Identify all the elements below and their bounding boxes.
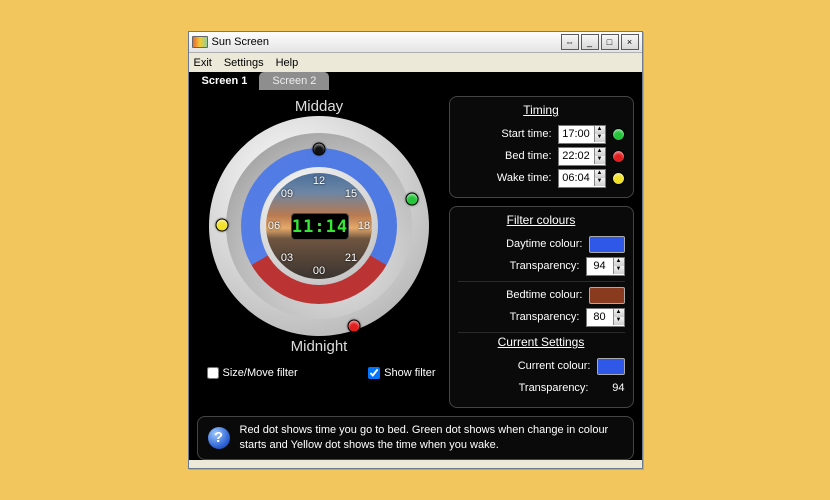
- spin-down[interactable]: ▼: [613, 266, 624, 274]
- check-sizemove-label: Size/Move filter: [223, 367, 298, 379]
- spin-up[interactable]: ▲: [613, 309, 624, 317]
- swatch-bedtime[interactable]: [589, 287, 625, 304]
- tabs: Screen 1 Screen 2: [189, 72, 642, 90]
- label-bed-time: Bed time:: [458, 150, 552, 162]
- menu-exit[interactable]: Exit: [194, 57, 212, 69]
- hour-18: 18: [358, 220, 370, 232]
- maximize-button[interactable]: □: [601, 34, 619, 50]
- spin-up[interactable]: ▲: [594, 126, 605, 134]
- close-button[interactable]: ×: [621, 34, 639, 50]
- spin-up[interactable]: ▲: [594, 148, 605, 156]
- hour-00: 00: [313, 265, 325, 277]
- time-dial[interactable]: 12 15 18 21 00 03 06 09 11:14: [209, 116, 429, 336]
- field-start-time[interactable]: [559, 128, 594, 140]
- label-wake-time: Wake time:: [458, 172, 552, 184]
- label-current-transp: Transparency:: [458, 382, 589, 394]
- input-bedtime-transp[interactable]: ▲▼: [586, 308, 625, 327]
- label-daytime-colour: Daytime colour:: [458, 238, 583, 250]
- marker-wake[interactable]: [216, 219, 229, 232]
- marker-top[interactable]: [313, 143, 326, 156]
- label-midday: Midday: [295, 96, 343, 116]
- info-icon: ?: [208, 427, 230, 449]
- led-bed: [612, 150, 625, 163]
- tab-screen2[interactable]: Screen 2: [259, 72, 329, 90]
- spin-down[interactable]: ▼: [594, 178, 605, 186]
- value-current-transp: 94: [595, 382, 625, 394]
- input-wake-time[interactable]: ▲▼: [558, 169, 606, 188]
- titlebar[interactable]: Sun Screen ⇔ _ □ ×: [189, 32, 642, 53]
- led-start: [612, 128, 625, 141]
- hour-06: 06: [268, 220, 280, 232]
- field-bed-time[interactable]: [559, 150, 594, 162]
- check-sizemove[interactable]: Size/Move filter: [203, 364, 298, 382]
- input-daytime-transp[interactable]: ▲▼: [586, 257, 625, 276]
- tab-screen1[interactable]: Screen 1: [189, 72, 261, 90]
- spin-down[interactable]: ▼: [613, 317, 624, 325]
- hour-12: 12: [313, 175, 325, 187]
- hour-03: 03: [281, 252, 293, 264]
- panel-timing: Timing Start time: ▲▼ Bed time: ▲: [449, 96, 634, 198]
- marker-start[interactable]: [406, 193, 419, 206]
- digital-clock: 11:14: [291, 213, 349, 240]
- app-window: Sun Screen ⇔ _ □ × Exit Settings Help Sc…: [188, 31, 643, 469]
- heading-timing: Timing: [458, 103, 625, 117]
- heading-current: Current Settings: [458, 335, 625, 349]
- input-start-time[interactable]: ▲▼: [558, 125, 606, 144]
- check-showfilter-label: Show filter: [384, 367, 435, 379]
- field-wake-time[interactable]: [559, 172, 594, 184]
- label-bedtime-colour: Bedtime colour:: [458, 289, 583, 301]
- info-bar: ? Red dot shows time you go to bed. Gree…: [197, 416, 634, 460]
- panel-colours: Filter colours Daytime colour: Transpare…: [449, 206, 634, 408]
- menubar: Exit Settings Help: [189, 53, 642, 72]
- spin-up[interactable]: ▲: [613, 258, 624, 266]
- check-sizemove-input[interactable]: [207, 367, 219, 379]
- hour-15: 15: [345, 188, 357, 200]
- restore-button[interactable]: ⇔: [561, 34, 579, 50]
- label-current-colour: Current colour:: [458, 360, 591, 372]
- label-start-time: Start time:: [458, 128, 552, 140]
- swatch-current[interactable]: [597, 358, 625, 375]
- field-bedtime-transp[interactable]: [587, 311, 613, 323]
- dial-pane: Midday 12 15 18 21 00 03 06 09 11:14: [197, 96, 442, 408]
- spin-down[interactable]: ▼: [594, 134, 605, 142]
- app-icon: [192, 36, 208, 48]
- label-daytime-transp: Transparency:: [458, 260, 580, 272]
- spin-down[interactable]: ▼: [594, 156, 605, 164]
- swatch-daytime[interactable]: [589, 236, 625, 253]
- label-midnight: Midnight: [291, 336, 348, 356]
- menu-help[interactable]: Help: [276, 57, 299, 69]
- marker-bed[interactable]: [348, 320, 361, 333]
- field-daytime-transp[interactable]: [587, 260, 613, 272]
- info-text: Red dot shows time you go to bed. Green …: [240, 423, 623, 453]
- hour-21: 21: [345, 252, 357, 264]
- heading-colours: Filter colours: [458, 213, 625, 227]
- led-wake: [612, 172, 625, 185]
- check-showfilter-input[interactable]: [368, 367, 380, 379]
- label-bedtime-transp: Transparency:: [458, 311, 580, 323]
- spin-up[interactable]: ▲: [594, 170, 605, 178]
- minimize-button[interactable]: _: [581, 34, 599, 50]
- window-title: Sun Screen: [212, 36, 269, 48]
- menu-settings[interactable]: Settings: [224, 57, 264, 69]
- client-area: Screen 1 Screen 2 Midday 12 15 18 21 00: [189, 72, 642, 460]
- check-showfilter[interactable]: Show filter: [364, 364, 435, 382]
- hour-09: 09: [281, 188, 293, 200]
- input-bed-time[interactable]: ▲▼: [558, 147, 606, 166]
